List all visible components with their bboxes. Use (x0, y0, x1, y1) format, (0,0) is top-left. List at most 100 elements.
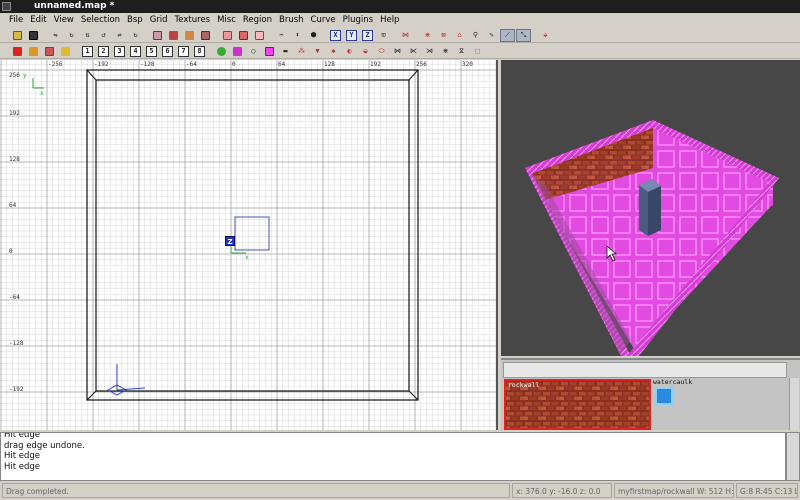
flip-x-icon[interactable]: ⇋ (48, 29, 63, 42)
brush-cluster-icon[interactable]: ⁂ (294, 45, 309, 58)
circle-icon[interactable]: ○ (246, 45, 261, 58)
grid-size-5-label: 5 (146, 45, 157, 57)
patch-insert-icon[interactable]: ⋇ (420, 29, 435, 42)
curve-bevel-icon[interactable]: ◐ (342, 45, 357, 58)
flip-y-icon[interactable]: ⇅ (80, 29, 95, 42)
grid-size-3-button[interactable]: 3 (112, 45, 127, 58)
arrow-down-icon[interactable]: ▼ (310, 45, 325, 58)
console-line: drag edge undone. (4, 440, 85, 451)
patch-weld-icon[interactable]: ⚲ (468, 29, 483, 42)
grid-size-8-label: 8 (194, 45, 205, 57)
texture-lock-icon[interactable]: ⬢ (306, 29, 321, 42)
curve-cylinder-icon[interactable]: ⬭ (374, 45, 389, 58)
pillar-side (648, 186, 661, 236)
menu-region[interactable]: Region (243, 13, 272, 28)
menu-view[interactable]: View (54, 13, 74, 28)
select-complete-tall-icon[interactable] (150, 29, 165, 42)
menu-edit[interactable]: Edit (30, 13, 46, 28)
curve-fit-icon[interactable]: ⬚ (470, 45, 485, 58)
camera-3d-view[interactable] (501, 60, 800, 356)
curve-invert-icon[interactable]: ⋊ (422, 45, 437, 58)
grid-size-1-button[interactable]: 1 (80, 45, 95, 58)
curve-matrix-icon[interactable]: ⋇ (438, 45, 453, 58)
menu-grid[interactable]: Grid (150, 13, 168, 28)
top-tick-label: 0 (232, 61, 236, 68)
entity-magenta-icon[interactable] (230, 45, 245, 58)
camera-render[interactable] (501, 60, 800, 356)
grid-size-2-button[interactable]: 2 (96, 45, 111, 58)
texture-watercaulk[interactable]: watercaulk (653, 379, 692, 407)
brush-red-icon[interactable] (10, 45, 25, 58)
select-partial-tall-icon[interactable] (182, 29, 197, 42)
curve-redisperse-icon[interactable]: ⧖ (454, 45, 469, 58)
menu-brush[interactable]: Brush (279, 13, 304, 28)
brush-orange-icon[interactable] (26, 45, 41, 58)
texture-rockwall-label: rockwall (508, 381, 540, 389)
left-tick-label: 128 (9, 156, 20, 163)
curve-endcap-icon[interactable]: ◒ (358, 45, 373, 58)
grid-size-2-label: 2 (98, 45, 109, 57)
menu-help[interactable]: Help (380, 13, 399, 28)
csg-merge-icon[interactable] (236, 29, 251, 42)
status-bar: Drag completed. x: 376.0 y: -16.0 z: 0.0… (0, 482, 800, 500)
axis-y-button[interactable]: Y (344, 29, 359, 42)
curve-thicken-icon[interactable]: ⋉ (406, 45, 421, 58)
console-line: Hit edge (4, 461, 41, 472)
top-tick-label: -128 (140, 61, 155, 68)
cube-view-icon[interactable]: ⊡ (376, 29, 391, 42)
curve-cone-icon[interactable]: ⋈ (390, 45, 405, 58)
left-tick-label: -64 (9, 294, 20, 301)
console-scrollbar[interactable] (786, 432, 800, 481)
texture-filter-bar[interactable] (503, 362, 787, 378)
texture-browser: rockwall watercaulk (501, 358, 800, 430)
left-tick-label: -128 (9, 340, 24, 347)
patch-delete-icon[interactable]: ⊠ (436, 29, 451, 42)
free-rotate-icon[interactable]: ⤡ (516, 28, 531, 42)
select-touching-icon[interactable] (166, 29, 181, 42)
texture-scrollbar[interactable] (789, 378, 799, 430)
drill-down-icon[interactable]: ✎ (484, 29, 499, 42)
grid-canvas[interactable]: -256 -192 -128 -64 0 64 128 192 256 320 192 128 64 0 -… (0, 60, 498, 430)
plugin-icon[interactable]: ⬙ (538, 29, 553, 42)
menu-textures[interactable]: Textures (175, 13, 211, 28)
axis-z-button[interactable]: Z (360, 29, 375, 42)
grid-size-5-button[interactable]: 5 (144, 45, 159, 58)
clipper-icon[interactable]: ✂ (274, 29, 289, 42)
menu-file[interactable]: File (9, 13, 23, 28)
grid-size-4-button[interactable]: 4 (128, 45, 143, 58)
rotate-x-icon[interactable]: ↻ (64, 29, 79, 42)
xy-grid-view[interactable]: -256 -192 -128 -64 0 64 128 192 256 320 192 128 64 0 -… (0, 60, 498, 430)
open-icon[interactable] (10, 29, 25, 42)
axis-x-button[interactable]: X (328, 29, 343, 42)
menu-bsp[interactable]: Bsp (127, 13, 143, 28)
diamond-icon[interactable]: ◆ (326, 45, 341, 58)
texture-rockwall[interactable]: rockwall (504, 379, 651, 430)
patch-cap-icon[interactable]: ⌂ (452, 29, 467, 42)
status-grid-info: G:8 R:45 C:13 L:MR (736, 483, 798, 498)
console-line: Hit edge (4, 451, 41, 461)
caulk-pink-icon[interactable] (262, 45, 277, 58)
change-view-icon[interactable]: ⬍ (290, 29, 305, 42)
brush-mixed-icon[interactable] (42, 45, 57, 58)
grid-size-8-button[interactable]: 8 (192, 45, 207, 58)
grid-size-7-button[interactable]: 7 (176, 45, 191, 58)
bend-patch-icon[interactable]: ⋈ (398, 29, 413, 42)
entity-green-icon[interactable] (214, 45, 229, 58)
menu-misc[interactable]: Misc (217, 13, 236, 28)
menu-curve[interactable]: Curve (311, 13, 336, 28)
menu-plugins[interactable]: Plugins (343, 13, 373, 28)
app-icon[interactable] (2, 2, 11, 11)
rotate-y-icon[interactable]: ↺ (96, 29, 111, 42)
save-icon[interactable] (26, 29, 41, 42)
select-inside-icon[interactable] (198, 29, 213, 42)
camera-icon[interactable]: ▬ (278, 45, 293, 58)
menu-selection[interactable]: Selection (81, 13, 120, 28)
grid-size-6-button[interactable]: 6 (160, 45, 175, 58)
show-entities-icon[interactable]: ⟋ (500, 28, 515, 42)
flip-z-icon[interactable]: ⇌ (112, 29, 127, 42)
hollow-icon[interactable] (252, 29, 267, 42)
csg-subtract-icon[interactable] (220, 29, 235, 42)
left-tick-label: 256 (9, 72, 20, 79)
brush-yellow-icon[interactable] (58, 45, 73, 58)
rotate-z-icon[interactable]: ↻ (128, 29, 143, 42)
